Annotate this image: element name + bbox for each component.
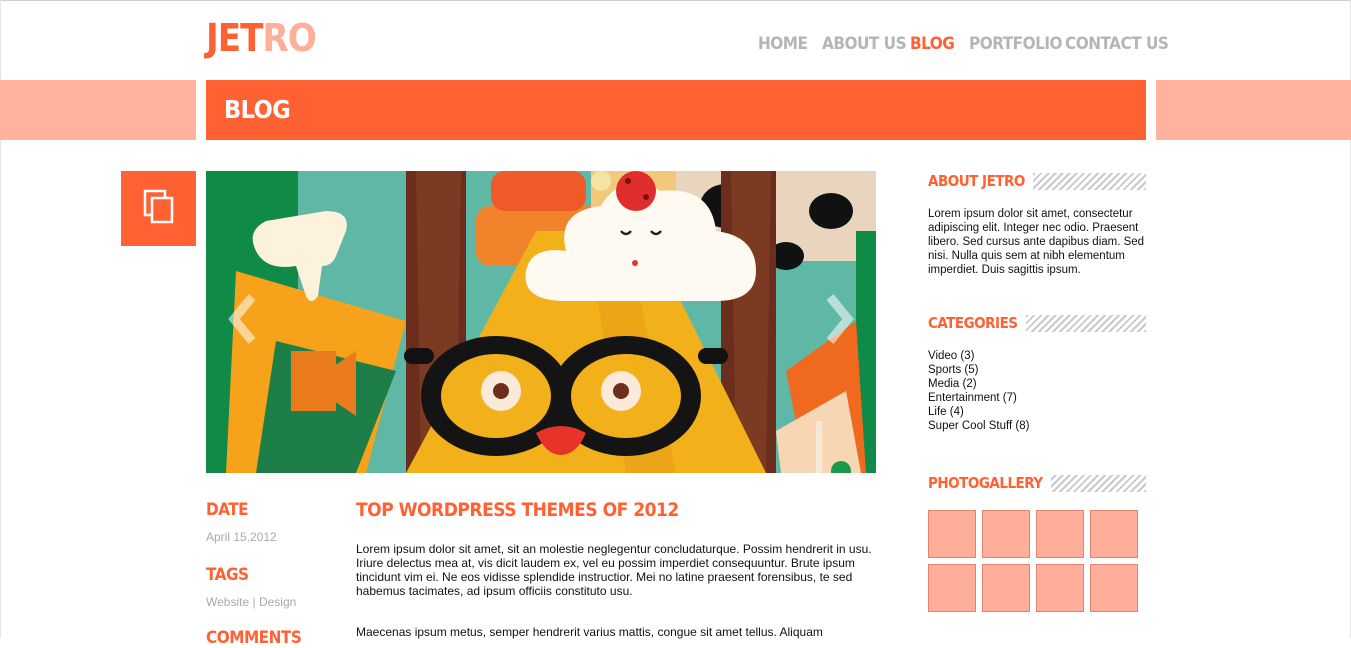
gallery-thumbnail[interactable] xyxy=(928,510,976,558)
photo-gallery-grid xyxy=(928,510,1142,614)
date-heading: DATE xyxy=(206,500,249,520)
gallery-thumbnail[interactable] xyxy=(928,564,976,612)
nav-item-portfolio[interactable]: PORTFOLIO xyxy=(969,34,1063,54)
post-paragraph: Maecenas ipsum metus, semper hendrerit v… xyxy=(356,625,823,639)
category-item-sports[interactable]: Sports (5) xyxy=(928,363,1029,377)
about-widget-title: ABOUT JETRO xyxy=(928,171,1033,191)
gallery-thumbnail[interactable] xyxy=(1036,510,1084,558)
gallery-thumbnail[interactable] xyxy=(1090,510,1138,558)
main-navigation: HOME ABOUT US BLOG PORTFOLIO CONTACT US xyxy=(0,34,1351,56)
gallery-thumbnail[interactable] xyxy=(1036,564,1084,612)
nav-item-blog[interactable]: BLOG xyxy=(910,34,955,54)
categories-widget-title: CATEGORIES xyxy=(928,313,1026,333)
slider-prev-button[interactable] xyxy=(222,289,262,349)
category-item-media[interactable]: Media (2) xyxy=(928,377,1029,391)
about-widget-header: ABOUT JETRO xyxy=(928,171,1146,191)
widget-stripe-decoration xyxy=(1026,315,1146,332)
comments-heading: COMMENTS xyxy=(206,628,302,648)
copy-icon xyxy=(143,189,174,224)
tag-link-design[interactable]: Design xyxy=(259,595,296,609)
widget-stripe-decoration xyxy=(1026,173,1146,190)
category-item-life[interactable]: Life (4) xyxy=(928,405,1029,419)
tag-link-website[interactable]: Website xyxy=(206,595,249,609)
chevron-right-icon xyxy=(826,294,854,344)
tag-separator: | xyxy=(252,595,256,609)
gallery-thumbnail[interactable] xyxy=(982,564,1030,612)
window-top-border xyxy=(0,0,1351,1)
tags-heading: TAGS xyxy=(206,565,249,585)
nav-item-contact-us[interactable]: CONTACT US xyxy=(1065,34,1169,54)
page-title-band: BLOG xyxy=(206,80,1146,140)
post-tags: Website | Design xyxy=(206,595,296,609)
categories-widget-header: CATEGORIES xyxy=(928,313,1146,333)
nav-item-about-us[interactable]: ABOUT US xyxy=(822,34,907,54)
chevron-left-icon xyxy=(228,294,256,344)
slider-illustration xyxy=(206,171,876,473)
page-title: BLOG xyxy=(224,95,291,124)
gallery-thumbnail[interactable] xyxy=(1090,564,1138,612)
nav-item-home[interactable]: HOME xyxy=(758,34,808,54)
category-item-video[interactable]: Video (3) xyxy=(928,349,1029,363)
about-widget-text: Lorem ipsum dolor sit amet, consectetur … xyxy=(928,208,1145,276)
slider-next-button[interactable] xyxy=(820,289,860,349)
title-band-left xyxy=(0,80,196,140)
gallery-widget-header: PHOTOGALLERY xyxy=(928,473,1146,493)
post-format-badge xyxy=(121,171,196,246)
gallery-widget-title: PHOTOGALLERY xyxy=(928,473,1051,493)
post-image-slider xyxy=(206,171,876,473)
post-title[interactable]: TOP WORDPRESS THEMES OF 2012 xyxy=(356,499,679,521)
category-item-entertainment[interactable]: Entertainment (7) xyxy=(928,391,1029,405)
post-date: April 15.2012 xyxy=(206,530,277,544)
category-item-super-cool-stuff[interactable]: Super Cool Stuff (8) xyxy=(928,419,1029,433)
gallery-thumbnail[interactable] xyxy=(982,510,1030,558)
title-band-right xyxy=(1156,80,1351,140)
category-list: Video (3) Sports (5) Media (2) Entertain… xyxy=(928,349,1029,433)
post-paragraph: Lorem ipsum dolor sit amet, sit an moles… xyxy=(356,542,872,598)
